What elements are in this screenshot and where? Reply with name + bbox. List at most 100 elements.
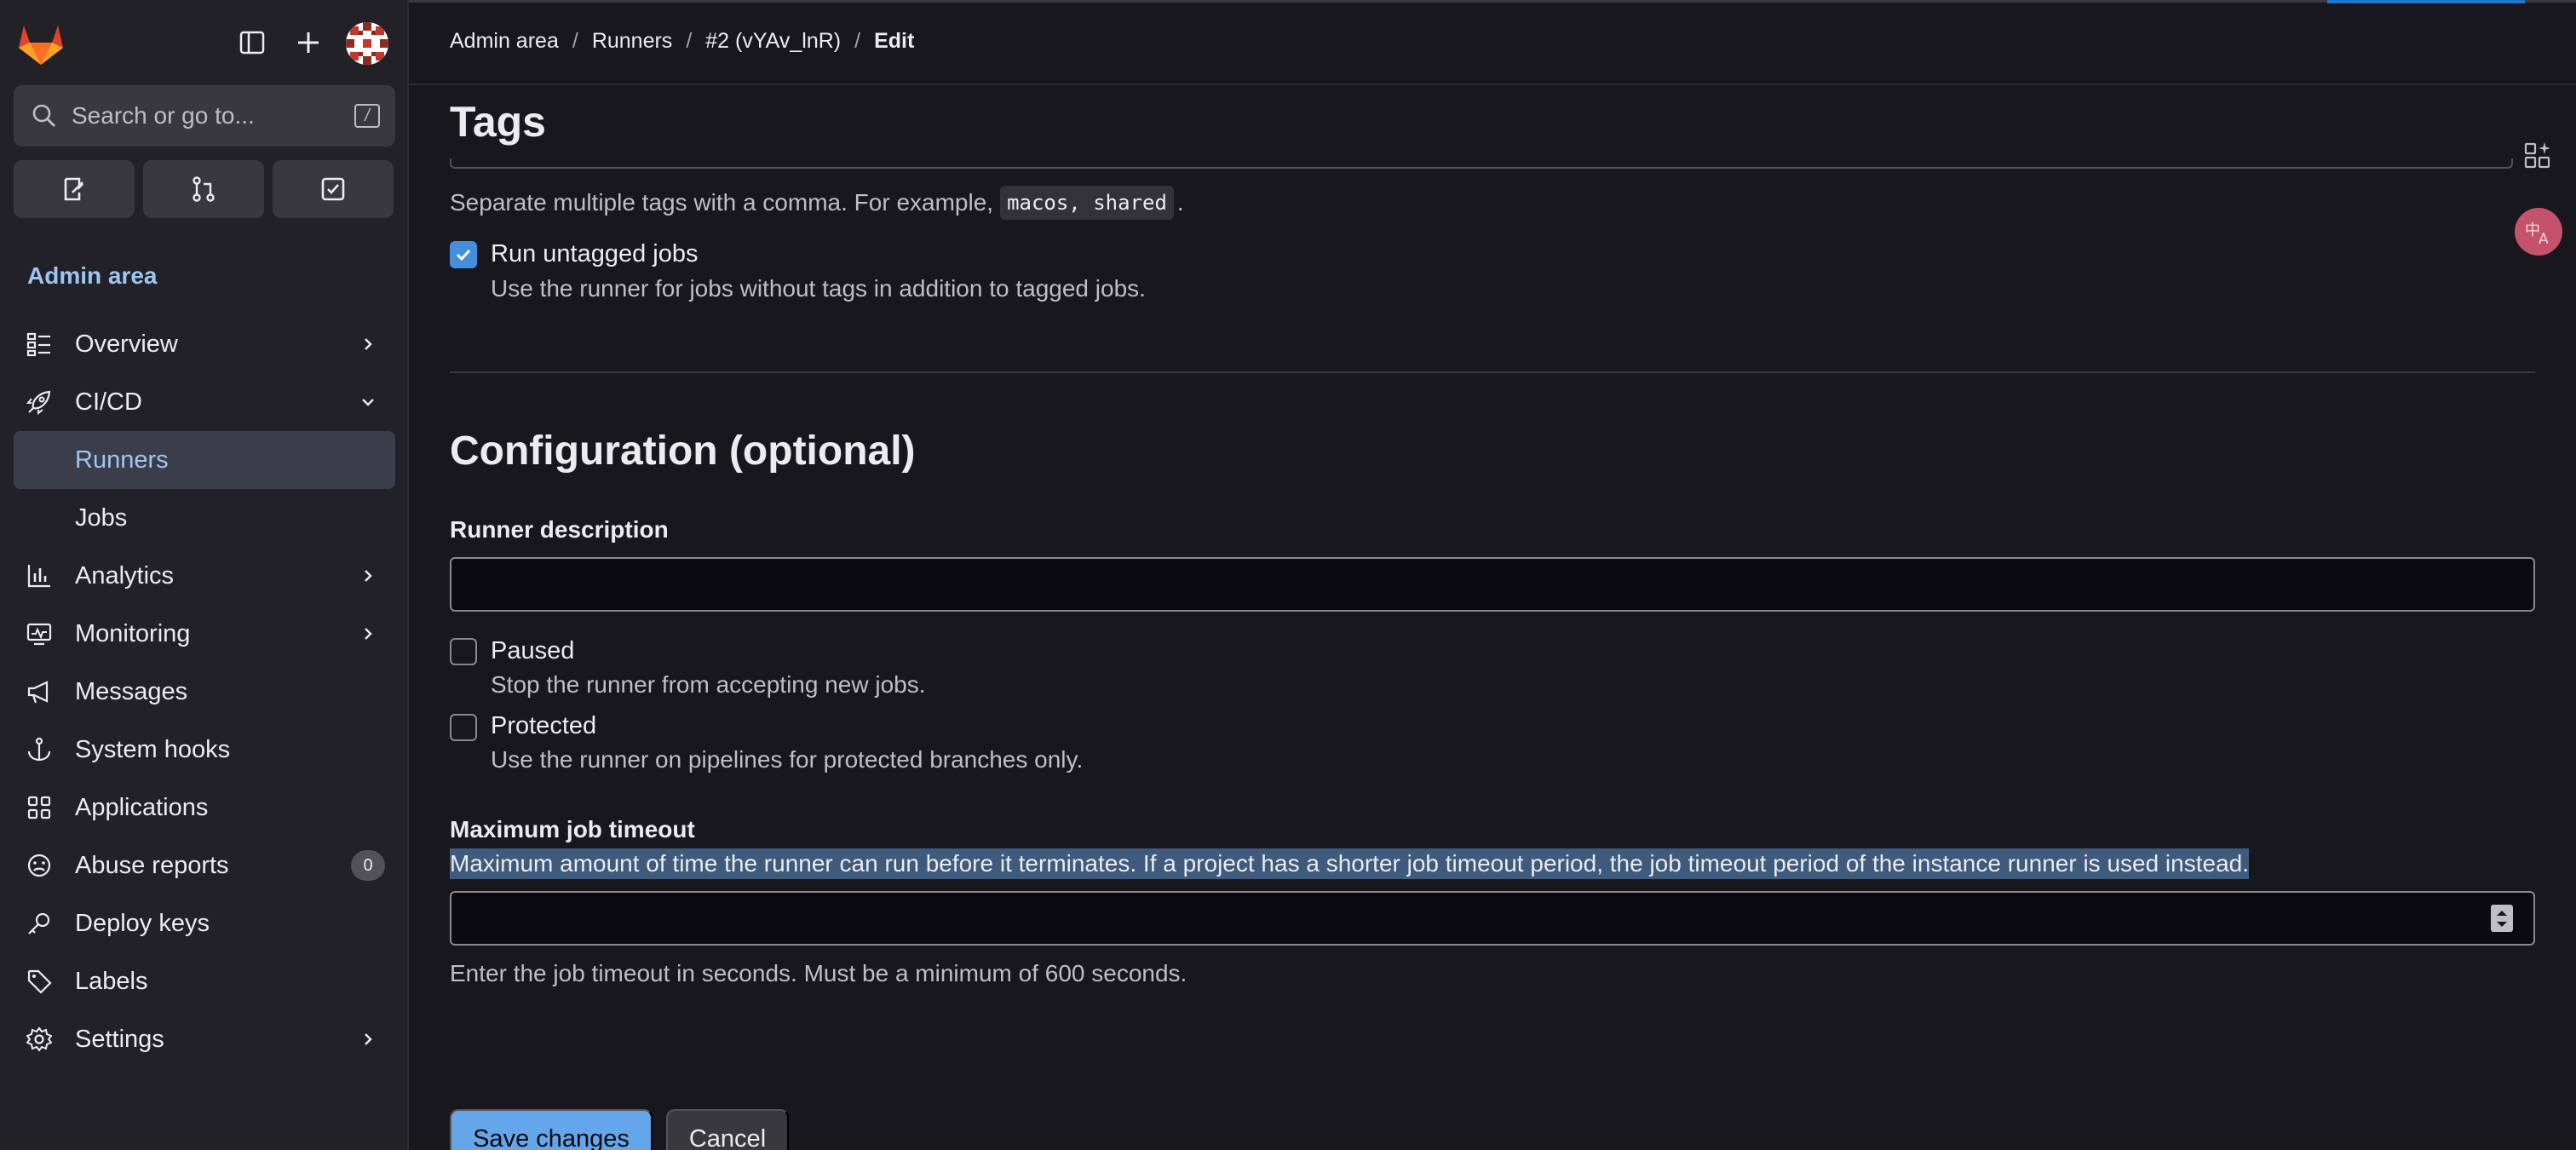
sidebar-item-label: Monitoring xyxy=(75,620,191,647)
breadcrumb-current: Edit xyxy=(874,29,915,53)
abuse-icon xyxy=(26,852,53,879)
sidebar-item-cicd[interactable]: CI/CD xyxy=(14,373,395,431)
sidebar-item-label: CI/CD xyxy=(75,388,142,416)
key-icon xyxy=(26,910,53,937)
todos-button[interactable] xyxy=(273,160,394,218)
issues-button[interactable] xyxy=(14,160,135,218)
sidebar-item-label: Deploy keys xyxy=(75,910,210,937)
paused-label[interactable]: Paused xyxy=(491,637,574,665)
max-timeout-input[interactable] xyxy=(450,891,2535,946)
svg-text:A: A xyxy=(2539,231,2549,248)
max-timeout-help: Enter the job timeout in seconds. Must b… xyxy=(450,960,1187,986)
protected-label[interactable]: Protected xyxy=(491,712,596,740)
tags-help-suffix: . xyxy=(1176,189,1184,216)
sidebar-item-label: Overview xyxy=(75,331,178,358)
cancel-button[interactable]: Cancel xyxy=(666,1109,789,1150)
sidebar-item-label: Labels xyxy=(75,968,148,995)
sidebar-item-label: Analytics xyxy=(75,562,175,589)
runner-description-label: Runner description xyxy=(450,516,669,543)
sidebar-header xyxy=(0,0,409,85)
search-icon xyxy=(29,101,60,131)
run-untagged-checkbox[interactable] xyxy=(450,241,477,268)
sidebar-item-runners[interactable]: Runners xyxy=(14,431,395,489)
check-icon xyxy=(456,249,471,262)
sidebar-item-labels[interactable]: Labels xyxy=(14,952,395,1010)
breadcrumb-separator: / xyxy=(572,29,578,53)
run-untagged-help: Use the runner for jobs without tags in … xyxy=(491,275,1146,302)
protected-checkbox[interactable] xyxy=(450,714,477,741)
chevron-right-icon xyxy=(356,332,380,356)
translate-icon[interactable]: 中A xyxy=(2515,208,2562,256)
sidebar-item-label: Runners xyxy=(75,446,169,474)
widgets-icon[interactable] xyxy=(2523,140,2554,170)
search-shortcut-hint: / xyxy=(354,104,380,128)
sidebar-nav: Overview CI/CD Runners Jobs Analytics Mo… xyxy=(14,315,395,1068)
monitor-icon xyxy=(26,620,53,647)
sidebar: Search or go to... / Admin area Overview… xyxy=(0,0,409,1150)
chevron-right-icon xyxy=(356,564,380,588)
chevron-right-icon xyxy=(356,1027,380,1051)
tags-help-prefix: Separate multiple tags with a comma. For… xyxy=(450,189,994,216)
todo-icon xyxy=(321,177,345,201)
breadcrumb-separator: / xyxy=(854,29,861,53)
search-input[interactable]: Search or go to... / xyxy=(14,85,395,147)
configuration-heading: Configuration (optional) xyxy=(450,428,916,474)
abuse-reports-count-badge: 0 xyxy=(351,850,385,881)
settings-icon xyxy=(26,1026,53,1053)
breadcrumb-admin-area[interactable]: Admin area xyxy=(450,29,559,54)
save-changes-button[interactable]: Save changes xyxy=(450,1109,653,1150)
top-border xyxy=(409,0,2576,3)
label-icon xyxy=(26,968,53,995)
breadcrumb: Admin area / Runners / #2 (vYAv_lnR) / E… xyxy=(450,29,914,54)
megaphone-icon xyxy=(26,678,53,705)
run-untagged-label[interactable]: Run untagged jobs xyxy=(491,240,698,268)
sidebar-item-system-hooks[interactable]: System hooks xyxy=(14,721,395,779)
sidebar-item-label: Applications xyxy=(75,794,209,821)
chevron-right-icon xyxy=(356,622,380,646)
sidebar-item-label: System hooks xyxy=(75,736,231,763)
sidebar-section-title[interactable]: Admin area xyxy=(27,262,158,290)
tags-heading: Tags xyxy=(450,98,546,146)
gitlab-logo-icon[interactable] xyxy=(17,22,65,66)
tags-input[interactable] xyxy=(450,158,2513,169)
sidebar-item-label: Settings xyxy=(75,1026,164,1053)
sidebar-item-label: Messages xyxy=(75,678,188,705)
plus-icon[interactable] xyxy=(290,24,327,61)
max-timeout-description: Maximum amount of time the runner can ru… xyxy=(450,848,2250,879)
chevron-down-icon xyxy=(356,390,380,414)
chart-icon xyxy=(26,562,53,589)
rocket-icon xyxy=(26,388,53,416)
breadcrumb-separator: / xyxy=(686,29,693,53)
sidebar-item-settings[interactable]: Settings xyxy=(14,1010,395,1068)
section-divider xyxy=(450,371,2535,373)
runner-description-input[interactable] xyxy=(450,557,2535,612)
max-timeout-label: Maximum job timeout xyxy=(450,816,695,842)
sidebar-item-abuse-reports[interactable]: Abuse reports 0 xyxy=(14,837,395,894)
header-divider xyxy=(409,83,2576,85)
sidebar-item-jobs[interactable]: Jobs xyxy=(14,489,395,547)
tags-example-code: macos, shared xyxy=(1000,186,1174,220)
merge-request-icon xyxy=(193,176,215,202)
toggle-sidebar-icon[interactable] xyxy=(233,24,271,61)
avatar[interactable] xyxy=(346,22,388,65)
sidebar-item-applications[interactable]: Applications xyxy=(14,779,395,837)
breadcrumb-runners[interactable]: Runners xyxy=(592,29,673,54)
number-spinner-icon[interactable] xyxy=(2491,905,2513,932)
sidebar-item-messages[interactable]: Messages xyxy=(14,663,395,721)
merge-requests-button[interactable] xyxy=(143,160,264,218)
sidebar-item-label: Abuse reports xyxy=(75,852,229,879)
sidebar-item-monitoring[interactable]: Monitoring xyxy=(14,605,395,663)
sidebar-item-label: Jobs xyxy=(75,504,128,532)
tags-help: Separate multiple tags with a comma. For… xyxy=(450,186,1184,220)
sidebar-item-overview[interactable]: Overview xyxy=(14,315,395,373)
applications-icon xyxy=(26,794,53,821)
overview-icon xyxy=(26,331,53,358)
paused-checkbox[interactable] xyxy=(450,638,477,665)
search-placeholder: Search or go to... xyxy=(72,102,255,129)
issues-icon xyxy=(64,177,83,201)
sidebar-item-deploy-keys[interactable]: Deploy keys xyxy=(14,894,395,952)
breadcrumb-runner[interactable]: #2 (vYAv_lnR) xyxy=(705,29,841,54)
protected-help: Use the runner on pipelines for protecte… xyxy=(491,746,1084,773)
top-accent-bar xyxy=(2327,0,2525,3)
sidebar-item-analytics[interactable]: Analytics xyxy=(14,547,395,605)
